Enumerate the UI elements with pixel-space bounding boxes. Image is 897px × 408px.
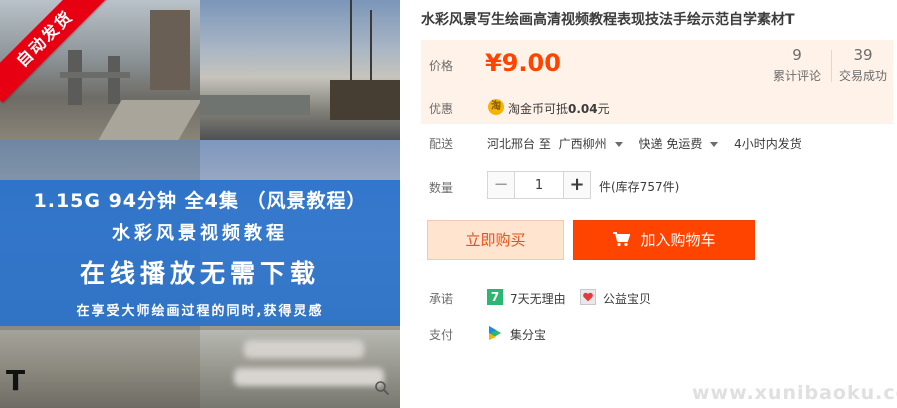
ship-method-select[interactable]: 快递 免运费 (639, 137, 727, 151)
decrease-button[interactable]: − (487, 171, 515, 199)
price-label: 价格 (429, 59, 454, 73)
ship-method-text: 快递 免运费 (638, 137, 703, 151)
product-title[interactable]: 水彩风景写生绘画高清视频教程表现技法手绘示范自学素材T (421, 9, 891, 29)
add-to-cart-button[interactable]: 加入购物车 (573, 220, 755, 260)
promo-text-prefix: 淘金币可抵 (508, 102, 569, 116)
buy-now-button[interactable]: 立即购买 (427, 220, 564, 260)
shipping-label: 配送 (429, 137, 454, 151)
sales-label: 交易成功 (838, 69, 887, 83)
seven-day-return-icon: 7 (487, 289, 503, 305)
increase-button[interactable]: + (563, 171, 591, 199)
reviews-label: 累计评论 (772, 69, 821, 83)
watercolor-harbor (200, 0, 400, 140)
cart-icon (613, 232, 631, 247)
site-watermark: www.xunibaoku.com (692, 382, 897, 404)
quantity-label: 数量 (429, 181, 454, 195)
banner-line-title: 水彩风景视频教程 (112, 223, 288, 244)
corner-mark: T (6, 364, 26, 397)
reviews-stat[interactable]: 9 累计评论 (767, 46, 827, 84)
stat-divider (831, 50, 832, 82)
promo-text: 淘金币可抵0.04元 (508, 100, 610, 117)
zoom-icon[interactable] (374, 380, 390, 396)
ship-from: 河北邢台 至 (487, 137, 551, 151)
quantity-input[interactable] (514, 171, 564, 199)
add-to-cart-label: 加入购物车 (640, 231, 716, 249)
ship-to-text: 广西柳州 (558, 137, 607, 151)
product-main-image[interactable]: 1.15G 94分钟 全4集 （风景教程） 水彩风景视频教程 在线播放无需下载 … (0, 0, 400, 408)
promo-text-suffix: 元 (597, 102, 610, 116)
stock-text: 件(库存757件) (599, 180, 680, 194)
promise-label: 承诺 (429, 292, 454, 306)
sales-stat: 39 交易成功 (833, 46, 893, 84)
price-value: ¥9.00 (485, 49, 561, 77)
jifenbao-icon (489, 326, 501, 340)
blurred-overlay (234, 368, 384, 386)
seven-day-return-link[interactable]: 7天无理由 (510, 290, 566, 307)
payment-label: 支付 (429, 328, 454, 342)
blurred-overlay (244, 340, 364, 358)
chevron-down-icon (710, 142, 719, 147)
charity-link[interactable]: 公益宝贝 (603, 290, 651, 307)
promo-amount: 0.04 (568, 102, 598, 116)
sales-count: 39 (853, 46, 873, 64)
reviews-count: 9 (792, 46, 802, 64)
charity-icon (580, 289, 596, 305)
banner-line-online: 在线播放无需下载 (79, 259, 320, 288)
shipping-row: 河北邢台 至 广西柳州 快递 免运费 4小时内发货 (487, 135, 806, 152)
chevron-down-icon (614, 142, 623, 147)
promo-label: 优惠 (429, 102, 454, 116)
price-panel: 价格 ¥9.00 9 累计评论 39 交易成功 (421, 40, 893, 92)
payment-method: 集分宝 (510, 328, 547, 342)
ship-to-select[interactable]: 广西柳州 (559, 137, 631, 151)
ship-time: 4小时内发货 (734, 137, 802, 151)
taobao-coin-icon: 淘 (488, 99, 504, 115)
watercolor-street-2 (0, 330, 200, 408)
banner-line-specs: 1.15G 94分钟 全4集 （风景教程） (33, 190, 367, 212)
banner-line-tagline: 在享受大师绘画过程的同时,获得灵感 (76, 304, 324, 319)
promo-panel: 优惠 淘 淘金币可抵0.04元 (421, 92, 893, 124)
